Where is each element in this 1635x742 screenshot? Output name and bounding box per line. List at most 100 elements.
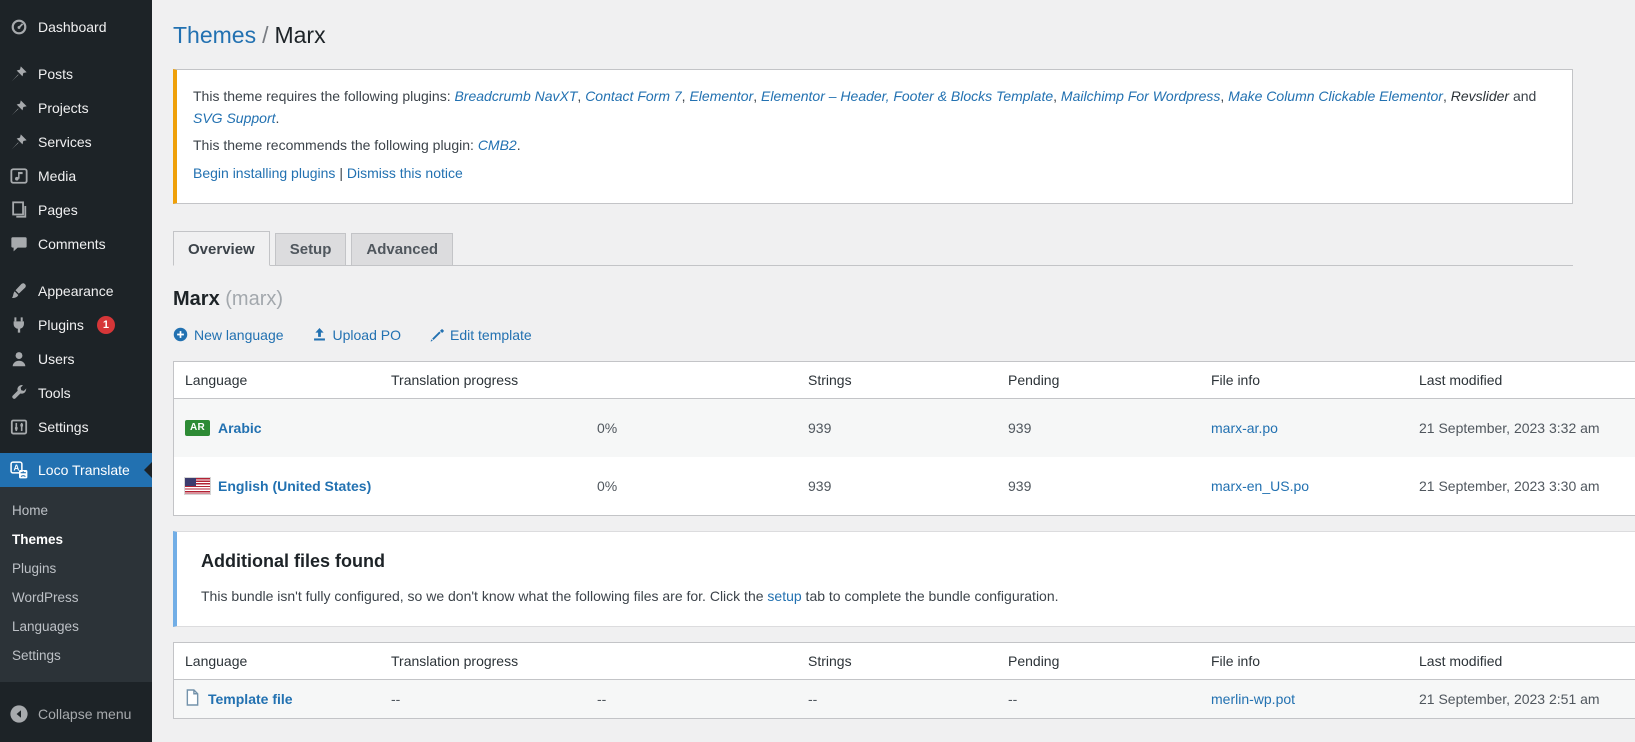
arabic-flag-badge: AR [185, 420, 210, 436]
sidebar-item-tools[interactable]: Tools [0, 376, 152, 410]
collapse-menu-button[interactable]: Collapse menu [0, 696, 152, 732]
plugins-update-badge: 1 [97, 316, 115, 334]
recommended-plugins-line: This theme recommends the following plug… [193, 135, 1556, 157]
plugin-link-breadcrumb-navxt[interactable]: Breadcrumb NavXT [454, 88, 577, 104]
submenu-item-settings[interactable]: Settings [0, 641, 152, 670]
menu-separator [0, 444, 152, 453]
period: . [517, 137, 521, 153]
plugin-link-svg-support[interactable]: SVG Support [193, 110, 276, 126]
tab-overview[interactable]: Overview [173, 231, 270, 266]
upload-po-link[interactable]: Upload PO [312, 327, 401, 343]
media-icon [9, 166, 29, 186]
table-row-template-file: Template file -- -- -- -- merlin-wp.pot … [174, 680, 1635, 718]
dismiss-notice-link[interactable]: Dismiss this notice [347, 165, 463, 181]
sidebar-item-plugins[interactable]: Plugins 1 [0, 308, 152, 342]
sidebar-item-loco-translate[interactable]: Loco Translate [0, 453, 152, 487]
us-flag [185, 478, 210, 494]
page-title: Marx [274, 22, 325, 48]
sidebar-item-media[interactable]: Media [0, 159, 152, 193]
col-strings: Strings [808, 653, 1008, 669]
breadcrumb-separator: / [256, 22, 274, 48]
begin-installing-plugins-link[interactable]: Begin installing plugins [193, 165, 335, 181]
sidebar-item-appearance[interactable]: Appearance [0, 274, 152, 308]
upload-icon [312, 327, 327, 342]
additional-files-body: This bundle isn't fully configured, so w… [201, 588, 1635, 604]
bundle-name: Marx [173, 288, 220, 310]
submenu-item-wordpress[interactable]: WordPress [0, 583, 152, 612]
col-language: Language [174, 372, 391, 388]
pending-count: 939 [1008, 478, 1211, 494]
comma: , [1220, 88, 1228, 104]
strings-count: 939 [808, 478, 1008, 494]
additional-files-title: Additional files found [201, 551, 1635, 572]
plugin-link-elementor[interactable]: Elementor [689, 88, 753, 104]
recommended-plugins-prefix: This theme recommends the following plug… [193, 137, 478, 153]
sidebar-item-label: Plugins [38, 317, 84, 333]
submenu-item-plugins[interactable]: Plugins [0, 554, 152, 583]
sidebar-item-pages[interactable]: Pages [0, 193, 152, 227]
users-icon [9, 349, 29, 369]
sidebar-item-dashboard[interactable]: Dashboard [0, 10, 152, 44]
plugin-link-cmb2[interactable]: CMB2 [478, 137, 517, 153]
plugin-link-elementor-hfb-template[interactable]: Elementor – Header, Footer & Blocks Temp… [761, 88, 1053, 104]
submenu-item-languages[interactable]: Languages [0, 612, 152, 641]
percent-placeholder: -- [597, 691, 808, 707]
english-language-link[interactable]: English (United States) [218, 478, 371, 494]
submenu-item-themes[interactable]: Themes [0, 525, 152, 554]
strings-placeholder: -- [808, 691, 1008, 707]
required-plugins-prefix: This theme requires the following plugin… [193, 88, 454, 104]
edit-template-link[interactable]: Edit template [429, 327, 532, 343]
collapse-arrow-icon [9, 704, 29, 724]
comments-icon [9, 234, 29, 254]
arabic-language-link[interactable]: Arabic [218, 420, 262, 436]
additional-files-notice: Additional files found This bundle isn't… [173, 531, 1635, 627]
sidebar-item-users[interactable]: Users [0, 342, 152, 376]
body-text: tab to complete the bundle configuration… [802, 588, 1059, 604]
plugin-link-make-column-clickable[interactable]: Make Column Clickable Elementor [1228, 88, 1443, 104]
breadcrumb-themes-link[interactable]: Themes [173, 22, 256, 48]
pot-file-link[interactable]: merlin-wp.pot [1211, 691, 1419, 707]
menu-separator [0, 44, 152, 57]
loco-translate-icon [9, 460, 29, 480]
appearance-icon [9, 281, 29, 301]
comma: , [753, 88, 761, 104]
comma: , [1443, 88, 1451, 104]
plugins-required-notice: This theme requires the following plugin… [173, 69, 1573, 204]
submenu-item-home[interactable]: Home [0, 496, 152, 525]
plus-circle-icon [173, 327, 188, 342]
upload-po-label: Upload PO [333, 327, 401, 343]
sidebar-item-label: Media [38, 168, 76, 184]
tab-setup[interactable]: Setup [275, 233, 347, 266]
sidebar-item-label: Posts [38, 66, 73, 82]
plugin-link-contact-form-7[interactable]: Contact Form 7 [585, 88, 681, 104]
col-file-info: File info [1211, 653, 1419, 669]
sidebar-item-comments[interactable]: Comments [0, 227, 152, 261]
pin-icon [9, 64, 29, 84]
collapse-menu-label: Collapse menu [38, 706, 131, 722]
col-pending: Pending [1008, 653, 1211, 669]
col-last-modified: Last modified [1419, 372, 1635, 388]
template-file-link[interactable]: Template file [208, 691, 293, 707]
sidebar-item-settings[interactable]: Settings [0, 410, 152, 444]
admin-menu: Dashboard Posts Projects Services Media … [0, 0, 152, 732]
tab-advanced[interactable]: Advanced [351, 233, 453, 266]
po-file-link[interactable]: marx-ar.po [1211, 420, 1419, 436]
sidebar-item-services[interactable]: Services [0, 125, 152, 159]
progress-percent: 0% [597, 478, 808, 494]
new-language-link[interactable]: New language [173, 327, 284, 343]
loco-translate-submenu: Home Themes Plugins WordPress Languages … [0, 487, 152, 682]
pin-icon [9, 98, 29, 118]
breadcrumb: Themes/Marx [173, 22, 1635, 49]
col-last-modified: Last modified [1419, 653, 1635, 669]
po-file-link[interactable]: marx-en_US.po [1211, 478, 1419, 494]
plugin-link-mailchimp[interactable]: Mailchimp For Wordpress [1061, 88, 1220, 104]
notice-actions-line: Begin installing plugins | Dismiss this … [193, 163, 1556, 185]
table-row-english: English (United States) 0% 939 939 marx-… [174, 457, 1635, 515]
setup-tab-link[interactable]: setup [767, 588, 801, 604]
plugin-name-revslider: Revslider [1451, 88, 1509, 104]
sidebar-item-posts[interactable]: Posts [0, 57, 152, 91]
tools-icon [9, 383, 29, 403]
sidebar-item-label: Users [38, 351, 75, 367]
sidebar-item-projects[interactable]: Projects [0, 91, 152, 125]
col-pending: Pending [1008, 372, 1211, 388]
